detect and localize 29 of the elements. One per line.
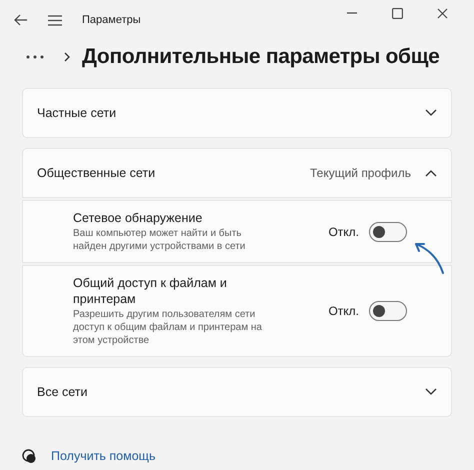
back-arrow-icon[interactable] xyxy=(14,14,28,26)
toggle-state: Откл. xyxy=(328,303,359,320)
setting-title: Общий доступ к файлам и принтерам xyxy=(73,275,228,307)
more-icon[interactable] xyxy=(26,55,44,59)
setting-title: Сетевое обнаружение xyxy=(73,210,204,226)
chevron-down-icon xyxy=(425,109,437,117)
help-link[interactable]: Получить помощь xyxy=(51,447,156,466)
section-label: Общественные сети xyxy=(37,164,156,182)
setting-description: Ваш компьютер может найти и быть найден другими устройствами в сети xyxy=(73,227,246,253)
chevron-up-icon xyxy=(425,169,437,177)
section-label: Частные сети xyxy=(37,104,116,122)
menu-icon[interactable] xyxy=(48,14,62,26)
setting-description: Разрешить другим пользователям сети доступ к общим файлам и принтерам на этом устройстве xyxy=(73,308,263,347)
section-header[interactable]: Частные сети xyxy=(22,88,452,138)
chevron-down-icon xyxy=(425,388,437,396)
section-header[interactable]: Все сети xyxy=(22,367,452,417)
toggle-switch[interactable] xyxy=(369,222,407,242)
maximize-icon[interactable] xyxy=(392,8,403,18)
minimize-icon[interactable] xyxy=(346,12,358,14)
close-icon[interactable] xyxy=(437,8,448,18)
toggle-switch[interactable] xyxy=(369,301,407,321)
chevron-right-icon xyxy=(64,52,70,62)
status-text: Текущий профиль xyxy=(310,165,411,182)
toggle-state: Откл. xyxy=(328,224,359,240)
page-heading: Дополнительные параметры обще xyxy=(82,44,440,70)
window-title: Параметры xyxy=(82,12,141,28)
section-header[interactable]: Общественные сети Текущий профиль xyxy=(22,148,452,198)
section-label: Все сети xyxy=(37,384,88,401)
help-icon xyxy=(22,448,37,464)
